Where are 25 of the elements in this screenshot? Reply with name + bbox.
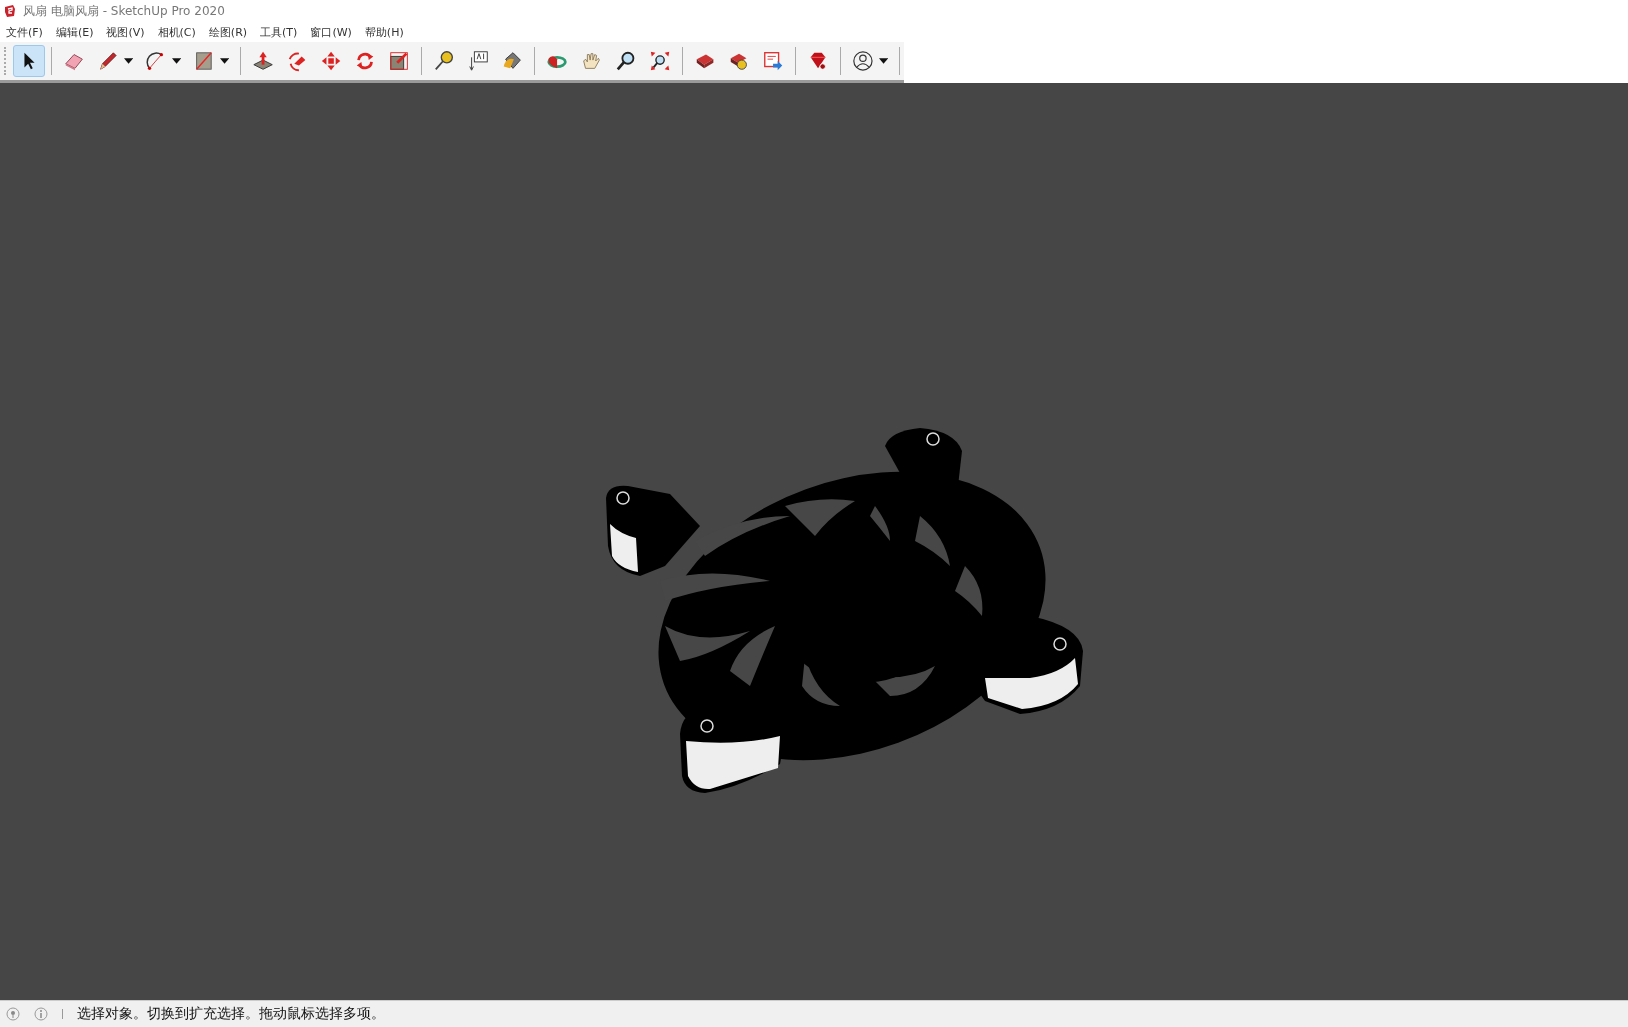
window-title: 风扇 电脑风扇 - SketchUp Pro 2020 bbox=[23, 2, 225, 20]
user-icon bbox=[852, 49, 874, 73]
menu-item[interactable]: 工具(T) bbox=[260, 24, 298, 40]
tape-measure-icon bbox=[433, 49, 456, 73]
status-message: 选择对象。切换到扩充选择。拖动鼠标选择多项。 bbox=[77, 1005, 385, 1023]
scale-box-icon bbox=[388, 49, 411, 73]
menu-item[interactable]: 窗口(W) bbox=[310, 24, 352, 40]
menu-item[interactable]: 相机(C) bbox=[157, 24, 196, 40]
app-logo-icon bbox=[3, 4, 17, 18]
select-tool-button[interactable] bbox=[12, 45, 45, 77]
caret-icon bbox=[219, 58, 229, 64]
menu-item[interactable]: 视图(V) bbox=[106, 24, 145, 40]
text-label-icon bbox=[467, 49, 490, 73]
push-pull-icon bbox=[251, 49, 274, 73]
menu-item[interactable]: 帮助(H) bbox=[364, 24, 404, 40]
zoom-icon bbox=[614, 49, 637, 73]
caret-icon bbox=[878, 58, 888, 64]
menu-item[interactable]: 绘图(R) bbox=[208, 24, 248, 40]
location-pin-icon[interactable] bbox=[6, 1007, 20, 1021]
menu-item[interactable]: 编辑(E) bbox=[55, 24, 94, 40]
caret-icon bbox=[123, 58, 133, 64]
zoom-extents-icon bbox=[648, 49, 671, 73]
menu-item[interactable]: 文件(F) bbox=[6, 24, 43, 40]
caret-icon bbox=[171, 58, 181, 64]
four-arrows-icon bbox=[319, 49, 342, 73]
